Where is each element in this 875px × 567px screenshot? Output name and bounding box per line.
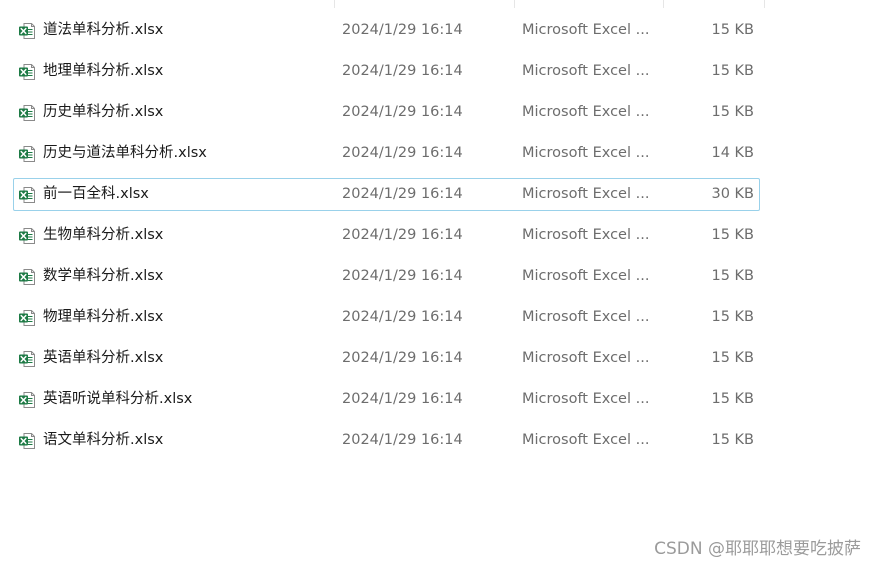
file-date-modified: 2024/1/29 16:14	[342, 63, 463, 79]
file-size: 15 KB	[711, 104, 754, 120]
file-size: 14 KB	[711, 145, 754, 161]
file-type: Microsoft Excel ...	[522, 227, 650, 243]
file-type: Microsoft Excel ...	[522, 186, 650, 202]
file-date-modified: 2024/1/29 16:14	[342, 186, 463, 202]
file-date-modified: 2024/1/29 16:14	[342, 22, 463, 38]
file-size: 15 KB	[711, 391, 754, 407]
file-row[interactable]: 道法单科分析.xlsx 2024/1/29 16:14 Microsoft Ex…	[13, 14, 760, 47]
file-name: 前一百全科.xlsx	[43, 186, 149, 202]
file-size: 15 KB	[711, 268, 754, 284]
file-size: 30 KB	[711, 186, 754, 202]
file-date-modified: 2024/1/29 16:14	[342, 104, 463, 120]
column-separator-size[interactable]	[764, 0, 765, 8]
file-name: 英语单科分析.xlsx	[43, 350, 164, 366]
excel-file-icon	[19, 433, 35, 449]
file-row[interactable]: 物理单科分析.xlsx 2024/1/29 16:14 Microsoft Ex…	[13, 301, 760, 334]
column-separator-type[interactable]	[663, 0, 664, 8]
file-size: 15 KB	[711, 309, 754, 325]
file-date-modified: 2024/1/29 16:14	[342, 268, 463, 284]
excel-file-icon	[19, 269, 35, 285]
watermark: CSDN @耶耶耶想要吃披萨	[654, 539, 861, 559]
file-size: 15 KB	[711, 432, 754, 448]
file-row[interactable]: 前一百全科.xlsx 2024/1/29 16:14 Microsoft Exc…	[13, 178, 760, 211]
file-date-modified: 2024/1/29 16:14	[342, 350, 463, 366]
excel-file-icon	[19, 351, 35, 367]
excel-file-icon	[19, 64, 35, 80]
file-name: 物理单科分析.xlsx	[43, 309, 164, 325]
file-list: 道法单科分析.xlsx 2024/1/29 16:14 Microsoft Ex…	[13, 14, 760, 465]
file-row[interactable]: 历史与道法单科分析.xlsx 2024/1/29 16:14 Microsoft…	[13, 137, 760, 170]
file-row[interactable]: 英语单科分析.xlsx 2024/1/29 16:14 Microsoft Ex…	[13, 342, 760, 375]
file-type: Microsoft Excel ...	[522, 63, 650, 79]
excel-file-icon	[19, 310, 35, 326]
file-name: 英语听说单科分析.xlsx	[43, 391, 193, 407]
file-size: 15 KB	[711, 350, 754, 366]
file-name: 道法单科分析.xlsx	[43, 22, 164, 38]
file-size: 15 KB	[711, 22, 754, 38]
file-name: 生物单科分析.xlsx	[43, 227, 164, 243]
excel-file-icon	[19, 105, 35, 121]
excel-file-icon	[19, 146, 35, 162]
excel-file-icon	[19, 392, 35, 408]
file-row[interactable]: 地理单科分析.xlsx 2024/1/29 16:14 Microsoft Ex…	[13, 55, 760, 88]
file-type: Microsoft Excel ...	[522, 432, 650, 448]
file-type: Microsoft Excel ...	[522, 22, 650, 38]
file-size: 15 KB	[711, 63, 754, 79]
file-type: Microsoft Excel ...	[522, 268, 650, 284]
file-row[interactable]: 语文单科分析.xlsx 2024/1/29 16:14 Microsoft Ex…	[13, 424, 760, 457]
file-date-modified: 2024/1/29 16:14	[342, 309, 463, 325]
file-name: 历史与道法单科分析.xlsx	[43, 145, 207, 161]
file-type: Microsoft Excel ...	[522, 391, 650, 407]
excel-file-icon	[19, 23, 35, 39]
excel-file-icon	[19, 228, 35, 244]
column-separator-date[interactable]	[514, 0, 515, 8]
file-size: 15 KB	[711, 227, 754, 243]
file-name: 地理单科分析.xlsx	[43, 63, 164, 79]
excel-file-icon	[19, 187, 35, 203]
file-row[interactable]: 数学单科分析.xlsx 2024/1/29 16:14 Microsoft Ex…	[13, 260, 760, 293]
file-type: Microsoft Excel ...	[522, 104, 650, 120]
file-type: Microsoft Excel ...	[522, 350, 650, 366]
file-type: Microsoft Excel ...	[522, 145, 650, 161]
file-row[interactable]: 生物单科分析.xlsx 2024/1/29 16:14 Microsoft Ex…	[13, 219, 760, 252]
file-name: 数学单科分析.xlsx	[43, 268, 164, 284]
file-date-modified: 2024/1/29 16:14	[342, 227, 463, 243]
file-name: 历史单科分析.xlsx	[43, 104, 164, 120]
file-type: Microsoft Excel ...	[522, 309, 650, 325]
file-row[interactable]: 历史单科分析.xlsx 2024/1/29 16:14 Microsoft Ex…	[13, 96, 760, 129]
file-date-modified: 2024/1/29 16:14	[342, 432, 463, 448]
file-row[interactable]: 英语听说单科分析.xlsx 2024/1/29 16:14 Microsoft …	[13, 383, 760, 416]
column-separator-name[interactable]	[334, 0, 335, 8]
file-date-modified: 2024/1/29 16:14	[342, 391, 463, 407]
file-date-modified: 2024/1/29 16:14	[342, 145, 463, 161]
file-name: 语文单科分析.xlsx	[43, 432, 164, 448]
